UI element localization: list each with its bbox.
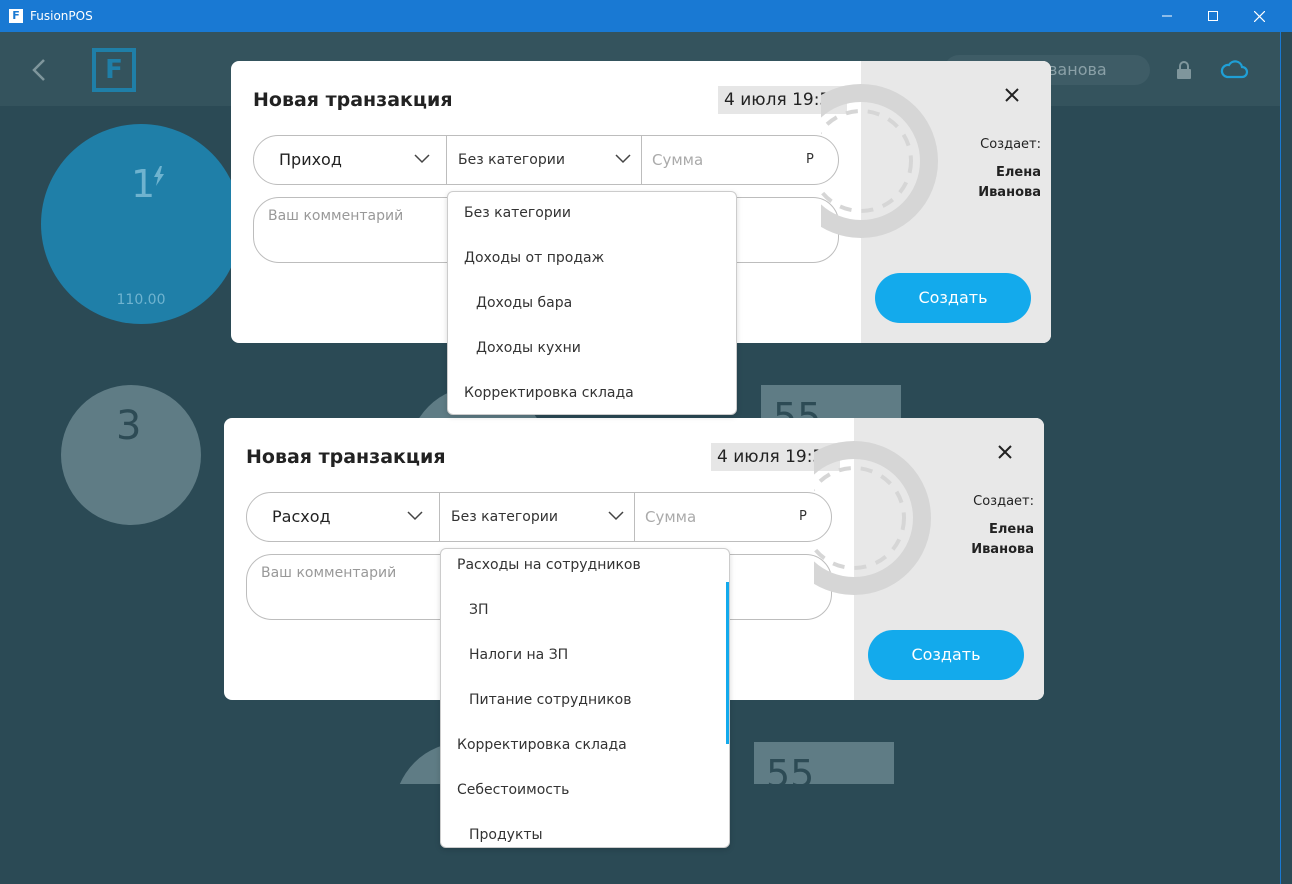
table-number: 1 — [131, 162, 156, 206]
coin-icon — [814, 441, 931, 595]
dropdown-option[interactable]: Расходы на сотрудников — [441, 549, 729, 588]
close-icon — [1253, 10, 1265, 22]
transaction-fields: Приход Без категории Р — [253, 135, 839, 185]
table-tile[interactable]: 55 — [754, 742, 894, 784]
category-select[interactable]: Без категории — [440, 493, 635, 541]
dialog-sidebar: Создает: Елена Иванова Создать — [821, 61, 1051, 343]
lock-icon[interactable] — [1175, 60, 1193, 80]
table-number: 55 — [766, 752, 815, 784]
dialog-title: Новая транзакция — [246, 446, 446, 468]
sum-input[interactable] — [635, 493, 775, 541]
dialog-sidebar: Создает: Елена Иванова Создать — [814, 418, 1044, 700]
transaction-type-select[interactable]: Приход — [254, 136, 447, 184]
dropdown-scrollbar[interactable] — [726, 582, 729, 744]
currency-label: Р — [799, 509, 807, 524]
chevron-down-icon — [414, 154, 430, 164]
create-button[interactable]: Создать — [868, 630, 1024, 680]
table-amount: 110.00 — [116, 292, 166, 308]
back-arrow-icon[interactable] — [28, 56, 52, 84]
chevron-down-icon — [615, 154, 631, 164]
dropdown-option[interactable]: Доходы от продаж — [448, 236, 736, 281]
table-tile[interactable]: 3 — [61, 385, 201, 525]
window-border — [1280, 32, 1292, 884]
currency-label: Р — [806, 152, 814, 167]
creator-first-name: Елена — [996, 165, 1041, 180]
minimize-icon — [1162, 15, 1172, 17]
creator-name: Елена Иванова — [914, 520, 1034, 560]
dropdown-option[interactable]: Корректировка склада — [441, 723, 729, 768]
maximize-icon — [1208, 11, 1218, 21]
close-icon[interactable] — [1004, 87, 1020, 103]
minimize-button[interactable] — [1144, 0, 1190, 32]
creator-name: Елена Иванова — [921, 163, 1041, 203]
chevron-down-icon — [407, 511, 423, 521]
brand-logo: F — [92, 48, 136, 92]
creator-label: Создает: — [973, 494, 1034, 509]
dropdown-option[interactable]: Налоги на ЗП — [441, 633, 729, 678]
category-dropdown: Без категории Доходы от продаж Доходы ба… — [447, 191, 737, 415]
dialog-title: Новая транзакция — [253, 89, 453, 111]
dropdown-option[interactable]: Доходы бара — [448, 281, 736, 326]
category-value: Без категории — [451, 509, 558, 525]
category-value: Без категории — [458, 152, 565, 168]
dropdown-option[interactable]: Питание сотрудников — [441, 678, 729, 723]
creator-last-name: Иванова — [978, 185, 1041, 200]
transaction-type-value: Расход — [272, 507, 331, 526]
cloud-icon[interactable] — [1219, 58, 1249, 80]
dropdown-option[interactable]: Себестоимость — [441, 768, 729, 813]
chevron-down-icon — [608, 511, 624, 521]
transaction-type-value: Приход — [279, 150, 342, 169]
maximize-button[interactable] — [1190, 0, 1236, 32]
creator-first-name: Елена — [989, 522, 1034, 537]
coin-icon — [821, 84, 938, 238]
dropdown-option[interactable]: Корректировка склада — [448, 371, 736, 414]
category-select[interactable]: Без категории — [447, 136, 642, 184]
create-button[interactable]: Создать — [875, 273, 1031, 323]
dropdown-option[interactable]: ЗП — [441, 588, 729, 633]
transaction-type-select[interactable]: Расход — [247, 493, 440, 541]
window-title: FusionPOS — [30, 9, 93, 23]
category-dropdown: Расходы на сотрудников ЗП Налоги на ЗП П… — [440, 548, 730, 848]
dropdown-option[interactable]: Доходы кухни — [448, 326, 736, 371]
app-logo-icon: F — [9, 9, 23, 23]
dropdown-option[interactable]: Продукты — [441, 813, 729, 847]
dropdown-option[interactable]: Без категории — [448, 192, 736, 236]
window-close-button[interactable] — [1236, 0, 1282, 32]
table-number: 3 — [116, 403, 142, 449]
creator-label: Создает: — [980, 137, 1041, 152]
close-icon[interactable] — [997, 444, 1013, 460]
creator-last-name: Иванова — [971, 542, 1034, 557]
lightning-icon — [154, 166, 164, 186]
table-tile[interactable]: 1 110.00 — [41, 124, 241, 324]
window-titlebar: F FusionPOS — [0, 0, 1292, 32]
sum-input[interactable] — [642, 136, 782, 184]
transaction-fields: Расход Без категории Р — [246, 492, 832, 542]
